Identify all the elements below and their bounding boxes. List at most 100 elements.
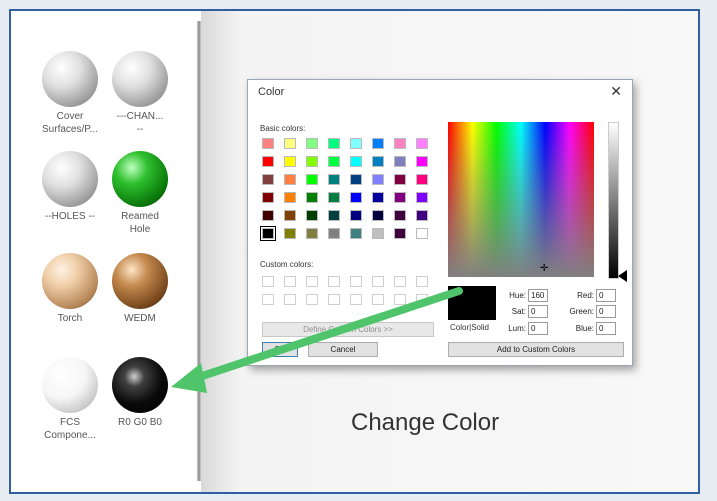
material-label: FCS Compone...: [44, 417, 96, 441]
basic-color-swatch[interactable]: [350, 210, 362, 221]
basic-color-swatch[interactable]: [350, 156, 362, 167]
custom-color-swatch[interactable]: [350, 294, 362, 305]
material-item[interactable]: FCS Compone...: [35, 357, 105, 442]
sat-label: Sat:: [511, 307, 526, 316]
ok-button[interactable]: OK: [262, 342, 298, 357]
define-custom-colors-button[interactable]: Define Custom Colors >>: [262, 322, 434, 337]
basic-color-swatch[interactable]: [262, 210, 274, 221]
basic-color-swatch[interactable]: [372, 174, 384, 185]
basic-color-swatch[interactable]: [284, 174, 296, 185]
custom-colors-label: Custom colors:: [260, 260, 314, 269]
basic-color-swatch[interactable]: [416, 210, 428, 221]
basic-color-swatch[interactable]: [350, 192, 362, 203]
add-to-custom-colors-button[interactable]: Add to Custom Colors: [448, 342, 624, 357]
custom-color-swatch[interactable]: [262, 276, 274, 287]
basic-color-swatch[interactable]: [416, 228, 428, 239]
custom-color-swatch[interactable]: [284, 294, 296, 305]
basic-color-swatch[interactable]: [284, 210, 296, 221]
basic-color-swatch[interactable]: [394, 192, 406, 203]
custom-color-swatch[interactable]: [372, 294, 384, 305]
blue-label: Blue:: [575, 324, 594, 333]
custom-color-swatch[interactable]: [328, 276, 340, 287]
custom-color-swatch[interactable]: [416, 276, 428, 287]
material-sphere-icon: [42, 151, 98, 207]
basic-color-swatch[interactable]: [306, 210, 318, 221]
basic-color-swatch[interactable]: [416, 174, 428, 185]
green-field[interactable]: 0: [596, 305, 616, 318]
material-sphere-icon: [112, 253, 168, 309]
basic-color-swatch[interactable]: [262, 174, 274, 185]
basic-color-swatch[interactable]: [306, 192, 318, 203]
basic-color-swatch[interactable]: [416, 192, 428, 203]
custom-color-swatch[interactable]: [372, 276, 384, 287]
red-field[interactable]: 0: [596, 289, 616, 302]
caption-text: Change Color: [351, 409, 500, 436]
basic-color-swatch[interactable]: [372, 192, 384, 203]
basic-color-swatch[interactable]: [394, 228, 406, 239]
basic-color-swatch[interactable]: [284, 192, 296, 203]
basic-color-swatch[interactable]: [328, 138, 340, 149]
close-icon[interactable]: ✕: [610, 83, 622, 100]
blue-field[interactable]: 0: [596, 322, 616, 335]
basic-color-swatch[interactable]: [262, 156, 274, 167]
basic-color-swatch[interactable]: [394, 174, 406, 185]
custom-color-swatch[interactable]: [350, 276, 362, 287]
material-item[interactable]: Cover Surfaces/P...: [35, 51, 105, 136]
basic-color-swatch[interactable]: [394, 210, 406, 221]
custom-color-swatch[interactable]: [394, 294, 406, 305]
basic-color-swatch[interactable]: [284, 228, 296, 239]
hue-field[interactable]: 160: [528, 289, 548, 302]
basic-color-swatch[interactable]: [306, 174, 318, 185]
custom-color-swatch[interactable]: [306, 276, 318, 287]
basic-color-swatch[interactable]: [262, 192, 274, 203]
material-item[interactable]: Torch: [35, 253, 105, 325]
color-spectrum[interactable]: [448, 122, 594, 277]
custom-color-swatch[interactable]: [262, 294, 274, 305]
basic-color-swatch[interactable]: [306, 156, 318, 167]
basic-color-swatch[interactable]: [372, 210, 384, 221]
basic-color-swatch[interactable]: [284, 138, 296, 149]
custom-color-swatch[interactable]: [328, 294, 340, 305]
basic-color-swatch[interactable]: [260, 226, 276, 241]
material-sphere-icon: [112, 151, 168, 207]
color-dialog: Color ✕ Basic colors: Custom colors: Def…: [247, 79, 633, 366]
basic-color-swatch[interactable]: [416, 156, 428, 167]
basic-color-swatch[interactable]: [328, 228, 340, 239]
basic-color-swatch[interactable]: [394, 138, 406, 149]
custom-color-swatch[interactable]: [416, 294, 428, 305]
material-item[interactable]: --HOLES --: [35, 151, 105, 223]
basic-color-swatch[interactable]: [350, 228, 362, 239]
material-item[interactable]: Reamed Hole: [105, 151, 175, 236]
material-item[interactable]: ---CHAN... --: [105, 51, 175, 136]
lum-field[interactable]: 0: [528, 322, 548, 335]
luminosity-slider[interactable]: [608, 122, 619, 279]
material-sphere-icon: [42, 357, 98, 413]
cancel-button[interactable]: Cancel: [308, 342, 378, 357]
hue-label: Hue:: [509, 291, 526, 300]
red-label: Red:: [577, 291, 594, 300]
material-item[interactable]: WEDM: [105, 253, 175, 325]
basic-color-swatch[interactable]: [262, 138, 274, 149]
custom-color-swatch[interactable]: [394, 276, 406, 287]
luminosity-arrow-icon[interactable]: [618, 270, 627, 282]
basic-color-swatch[interactable]: [372, 156, 384, 167]
basic-color-swatch[interactable]: [284, 156, 296, 167]
material-item[interactable]: R0 G0 B0: [105, 357, 175, 429]
material-label: --HOLES --: [45, 211, 95, 222]
basic-color-swatch[interactable]: [394, 156, 406, 167]
sat-field[interactable]: 0: [528, 305, 548, 318]
basic-color-swatch[interactable]: [328, 174, 340, 185]
basic-color-swatch[interactable]: [328, 210, 340, 221]
basic-color-swatch[interactable]: [328, 156, 340, 167]
basic-color-swatch[interactable]: [306, 228, 318, 239]
basic-color-swatch[interactable]: [306, 138, 318, 149]
material-label: ---CHAN... --: [116, 111, 164, 135]
basic-color-swatch[interactable]: [372, 138, 384, 149]
basic-color-swatch[interactable]: [350, 138, 362, 149]
custom-color-swatch[interactable]: [284, 276, 296, 287]
basic-color-swatch[interactable]: [350, 174, 362, 185]
basic-color-swatch[interactable]: [372, 228, 384, 239]
custom-color-swatch[interactable]: [306, 294, 318, 305]
basic-color-swatch[interactable]: [328, 192, 340, 203]
basic-color-swatch[interactable]: [416, 138, 428, 149]
